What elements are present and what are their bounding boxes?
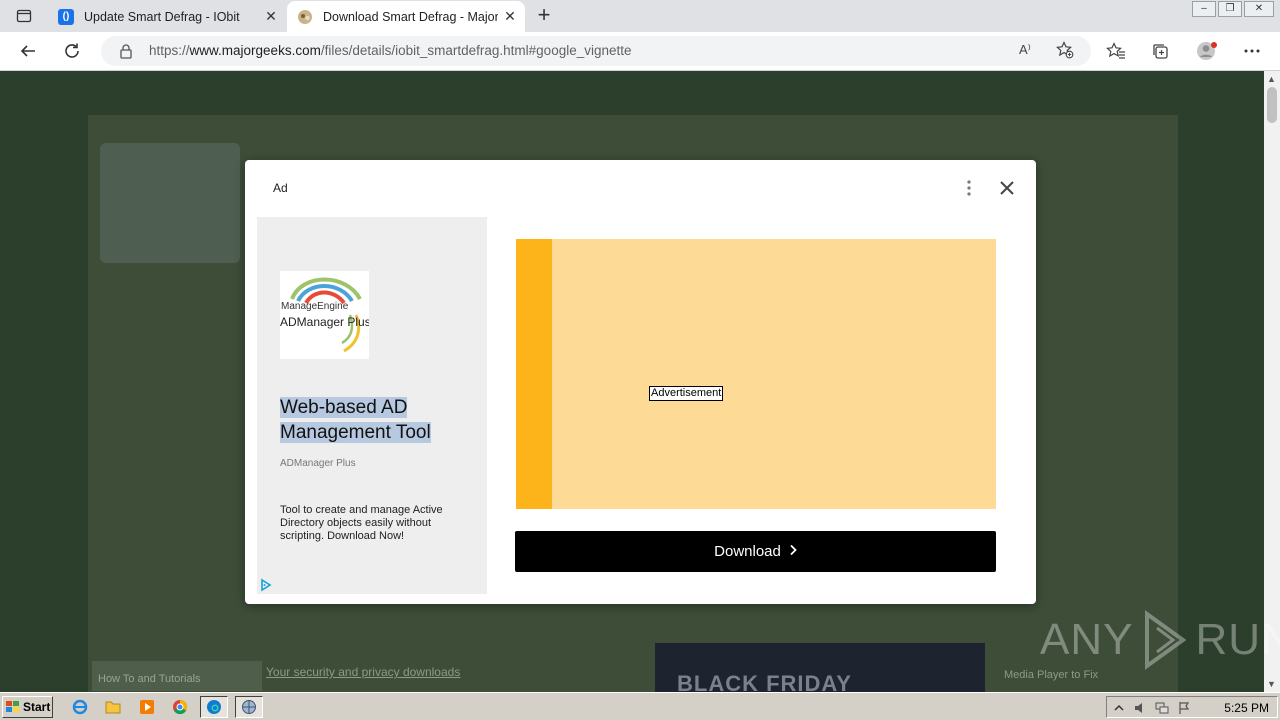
scroll-up-icon[interactable]: ▲ — [1267, 74, 1276, 84]
show-hidden-icons-icon[interactable] — [1113, 701, 1127, 715]
ad-advertiser: ADManager Plus — [280, 458, 356, 469]
minimize-button[interactable]: ‒ — [1192, 1, 1216, 17]
chrome-icon[interactable] — [170, 697, 190, 717]
tab-title: Download Smart Defrag - MajorGeeks — [323, 9, 498, 24]
chevron-right-icon — [789, 543, 797, 560]
manageengine-logo: ManageEngine ADManager Plus — [280, 271, 369, 359]
windows-logo-icon — [6, 701, 19, 712]
download-label: Download — [714, 543, 781, 560]
tab-iobit[interactable]: () Update Smart Defrag - IObit ✕ — [48, 1, 286, 32]
address-bar[interactable]: https://www.majorgeeks.com/files/details… — [101, 36, 1091, 66]
close-ad-icon[interactable] — [997, 178, 1017, 198]
favorites-icon[interactable] — [1105, 40, 1127, 62]
tab-title: Update Smart Defrag - IObit — [84, 9, 240, 24]
network-app-icon[interactable] — [235, 696, 263, 718]
restore-button[interactable]: ❐ — [1218, 1, 1242, 17]
advertisement-label: Advertisement — [649, 386, 724, 401]
browser-toolbar: https://www.majorgeeks.com/files/details… — [0, 32, 1280, 71]
tab-actions-icon[interactable] — [10, 6, 38, 26]
tab-majorgeeks[interactable]: Download Smart Defrag - MajorGeeks ✕ — [287, 1, 525, 32]
back-button[interactable] — [17, 40, 39, 62]
page-scrollbar[interactable]: ▲ ▼ — [1264, 71, 1280, 692]
start-button[interactable]: Start — [2, 696, 53, 718]
creative-stripe — [516, 239, 552, 509]
iobit-favicon-icon: () — [58, 8, 74, 25]
folder-icon[interactable] — [103, 697, 123, 717]
browser-tab-bar: () Update Smart Defrag - IObit ✕ Downloa… — [0, 0, 1280, 32]
close-window-button[interactable]: ✕ — [1244, 1, 1274, 17]
media-player-icon[interactable] — [137, 697, 157, 717]
majorgeeks-favicon-icon — [297, 9, 313, 25]
window-controls: ‒ ❐ ✕ — [1190, 1, 1274, 17]
volume-icon[interactable] — [1133, 701, 1147, 715]
ad-creative-image[interactable]: Advertisement — [516, 239, 996, 509]
collections-icon[interactable] — [1149, 40, 1171, 62]
new-tab-button[interactable]: + — [533, 4, 555, 27]
ad-text-panel[interactable]: ManageEngine ADManager Plus Web-based AD… — [257, 217, 487, 594]
page-link: Your security and privacy downloads — [266, 665, 461, 679]
ad-description: Tool to create and manage Active Directo… — [280, 504, 443, 542]
logo-product-text: ADManager Plus — [280, 315, 369, 329]
ad-options-icon[interactable] — [964, 178, 974, 198]
system-tray: 5:25 PM — [1106, 696, 1278, 718]
ie-icon[interactable] — [70, 697, 90, 717]
read-aloud-icon[interactable]: A⁾ — [1019, 42, 1031, 58]
ad-label: Ad — [273, 181, 288, 195]
action-center-flag-icon[interactable] — [1177, 701, 1191, 715]
clock[interactable]: 5:25 PM — [1224, 701, 1269, 715]
edge-icon[interactable] — [200, 696, 228, 718]
close-tab-icon[interactable]: ✕ — [503, 9, 517, 23]
adchoices-icon[interactable] — [259, 578, 273, 592]
close-tab-icon[interactable]: ✕ — [264, 9, 278, 23]
scroll-down-icon[interactable]: ▼ — [1267, 679, 1276, 689]
background-banner: BLACK FRIDAY — [655, 643, 985, 692]
profile-avatar[interactable] — [1196, 40, 1218, 62]
more-menu-icon[interactable] — [1241, 40, 1263, 62]
url-text[interactable]: https://www.majorgeeks.com/files/details… — [149, 43, 632, 58]
page-link: How To and Tutorials — [92, 661, 262, 691]
play-logo-icon — [1145, 610, 1187, 670]
windows-taskbar: Start 5:25 PM — [0, 692, 1280, 720]
refresh-button[interactable] — [61, 40, 83, 62]
download-button[interactable]: Download — [515, 531, 996, 572]
logo-brand-text: ManageEngine — [281, 301, 349, 312]
site-logo-area — [100, 143, 240, 263]
scroll-thumb[interactable] — [1267, 87, 1277, 123]
anyrun-watermark: ANY RUN — [1040, 610, 1280, 670]
network-icon[interactable] — [1155, 701, 1169, 715]
ad-vignette-modal: Ad ManageEngine ADManager Plus Web-based… — [245, 160, 1036, 604]
add-favorite-icon[interactable] — [1056, 41, 1074, 64]
ad-headline[interactable]: Web-based AD Management Tool — [280, 395, 470, 445]
lock-icon[interactable] — [119, 43, 133, 64]
